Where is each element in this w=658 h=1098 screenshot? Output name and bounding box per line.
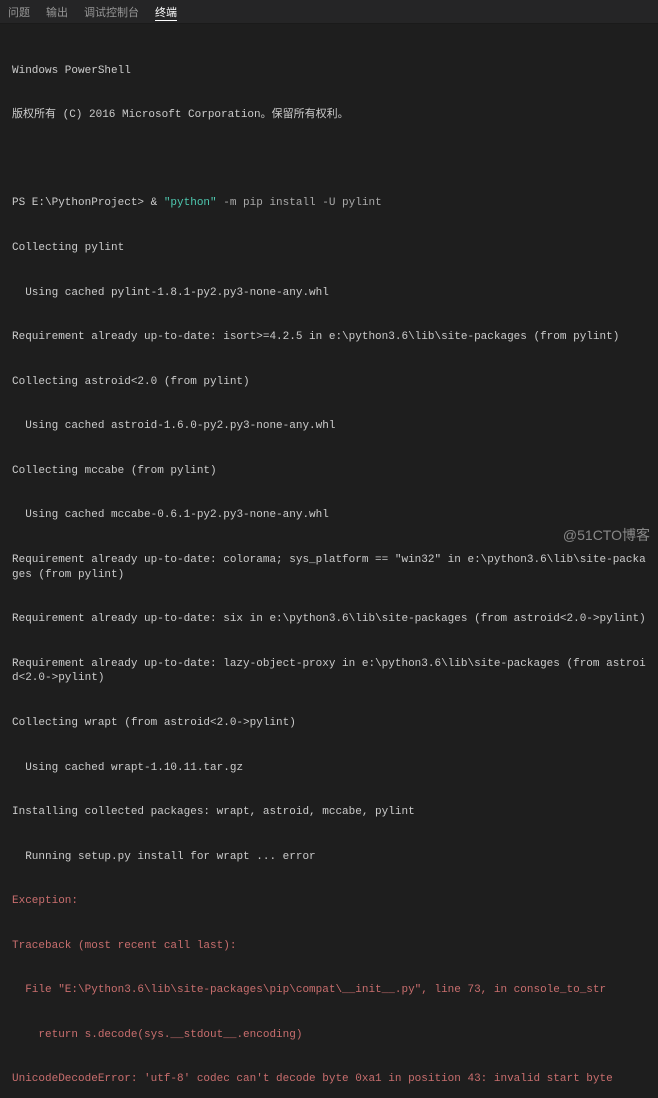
terminal-error-line: return s.decode(sys.__stdout__.encoding) [12,1028,646,1043]
terminal-line: Requirement already up-to-date: six in e… [12,612,646,627]
terminal-error-line: UnicodeDecodeError: 'utf-8' codec can't … [12,1072,646,1087]
terminal-line [12,153,646,167]
tab-bar: 问题 输出 调试控制台 终端 [0,0,658,24]
terminal-line: Collecting pylint [12,241,646,256]
watermark: @51CTO博客 [563,525,650,545]
tab-debug-console[interactable]: 调试控制台 [84,0,139,24]
terminal-line: Collecting mccabe (from pylint) [12,464,646,479]
tab-terminal[interactable]: 终端 [155,0,177,24]
terminal-error-line: File "E:\Python3.6\lib\site-packages\pip… [12,983,646,998]
terminal-line: Requirement already up-to-date: lazy-obj… [12,657,646,687]
terminal-line: 版权所有 (C) 2016 Microsoft Corporation。保留所有… [12,108,646,123]
terminal-output[interactable]: Windows PowerShell 版权所有 (C) 2016 Microso… [0,24,658,1098]
terminal-line: Windows PowerShell [12,64,646,79]
tab-output[interactable]: 输出 [46,0,68,24]
terminal-line: Collecting wrapt (from astroid<2.0->pyli… [12,716,646,731]
terminal-error-line: Exception: [12,894,646,909]
tab-problems[interactable]: 问题 [8,0,30,24]
terminal-line: Using cached astroid-1.6.0-py2.py3-none-… [12,419,646,434]
terminal-command-line: PS E:\PythonProject> & "python" -m pip i… [12,196,646,211]
terminal-error-line: Traceback (most recent call last): [12,939,646,954]
terminal-line: Requirement already up-to-date: isort>=4… [12,330,646,345]
terminal-line: Collecting astroid<2.0 (from pylint) [12,375,646,390]
terminal-line: Using cached wrapt-1.10.11.tar.gz [12,761,646,776]
terminal-line: Running setup.py install for wrapt ... e… [12,850,646,865]
terminal-line: Requirement already up-to-date: colorama… [12,553,646,583]
terminal-line: Using cached pylint-1.8.1-py2.py3-none-a… [12,286,646,301]
terminal-line: Using cached mccabe-0.6.1-py2.py3-none-a… [12,508,646,523]
terminal-line: Installing collected packages: wrapt, as… [12,805,646,820]
